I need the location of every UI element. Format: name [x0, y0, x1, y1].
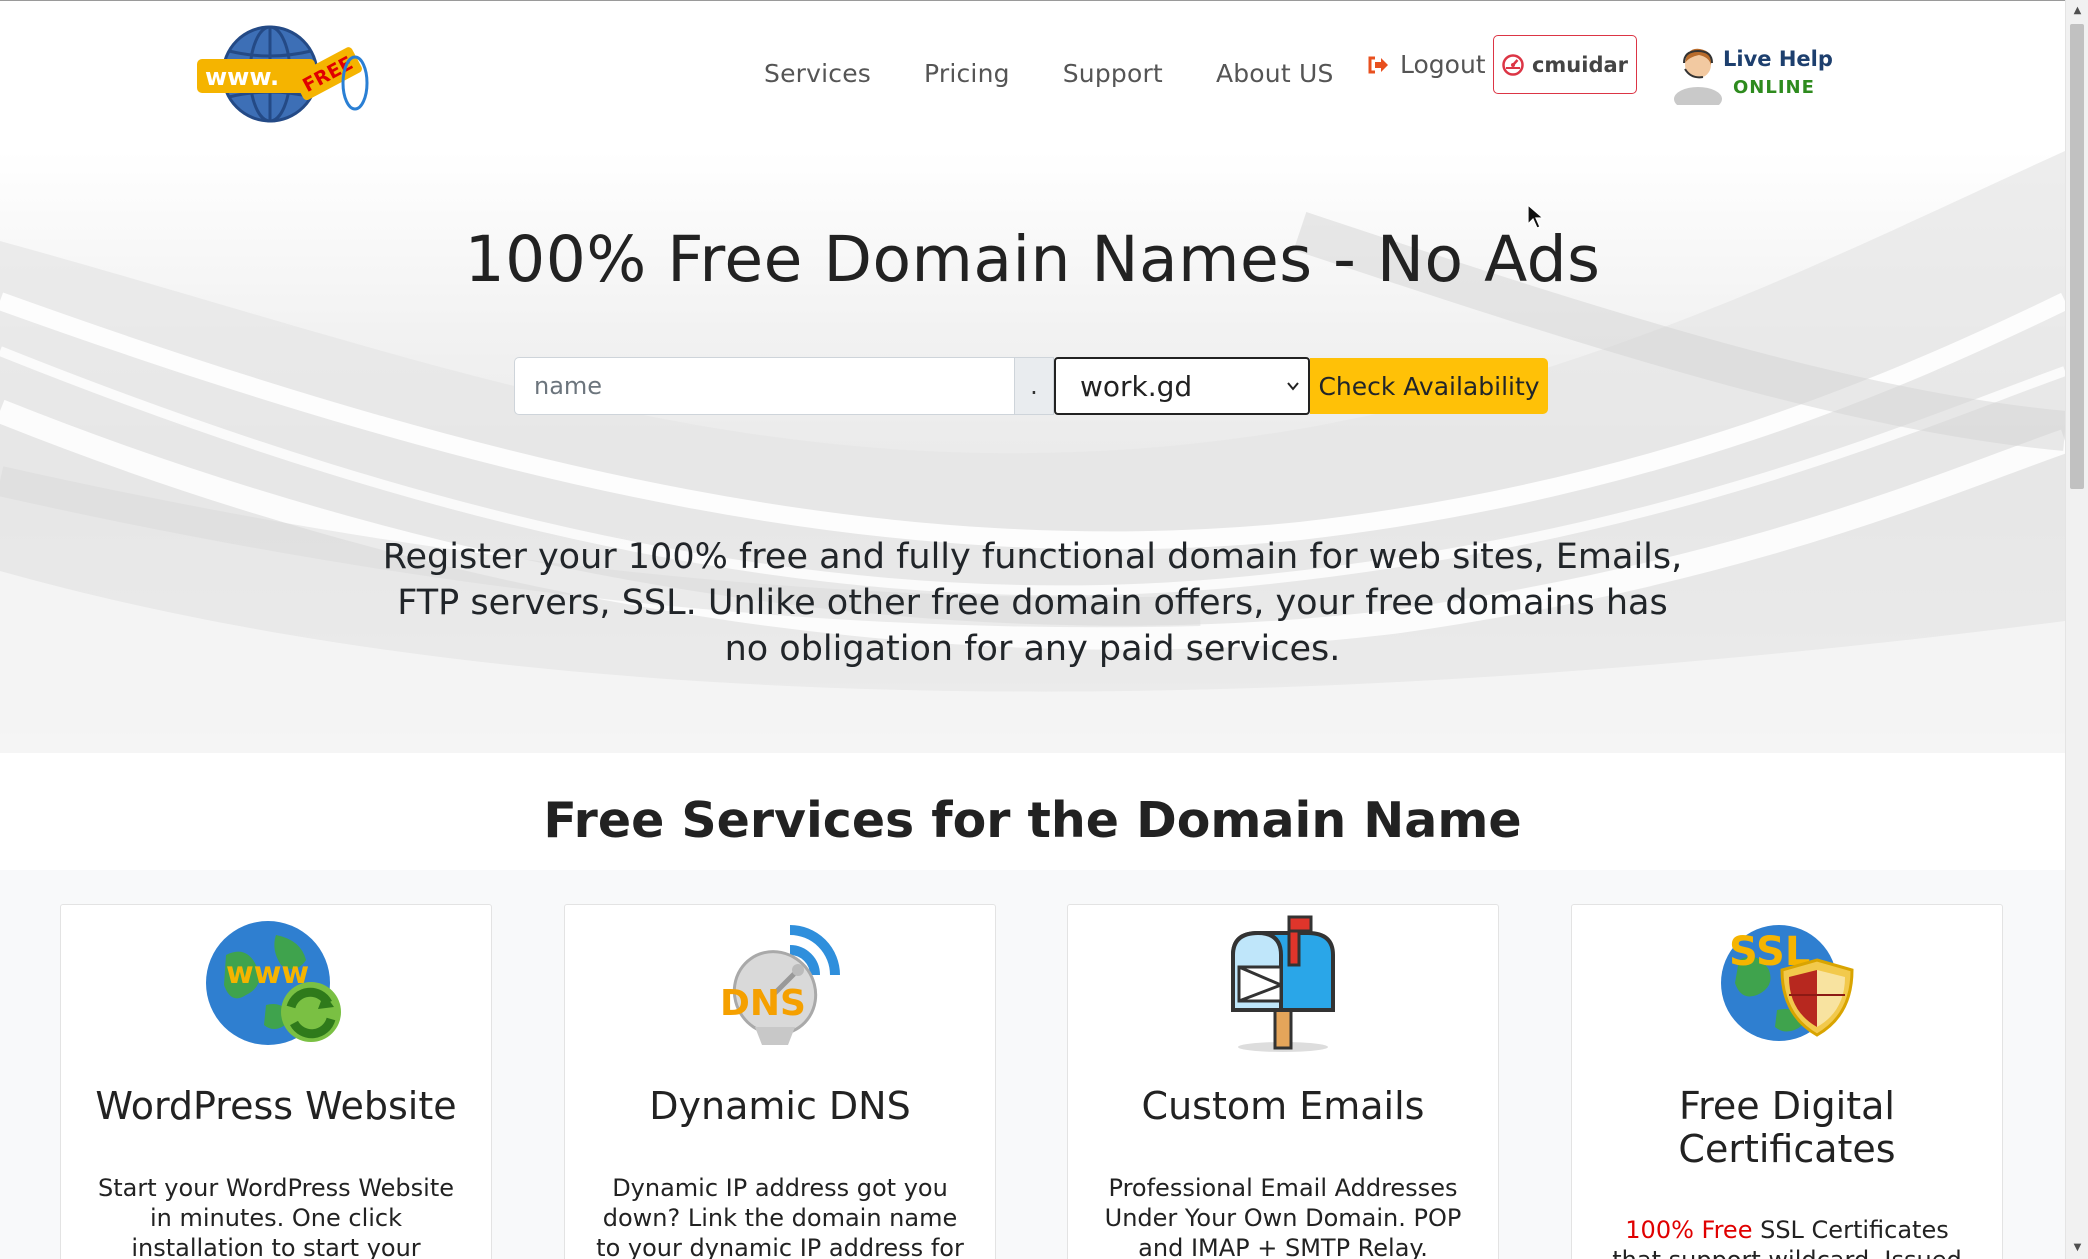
- hero-description: Register your 100% free and fully functi…: [382, 537, 1683, 669]
- wordpress-globe-icon: www: [206, 921, 341, 1045]
- page-scrollbar[interactable]: ▲ ▼: [2065, 0, 2088, 1259]
- card-text: Professional Email Addresses Under Your …: [1104, 1174, 1462, 1259]
- card-text-main: Dynamic IP address got you down? Link th…: [596, 1174, 964, 1259]
- tld-select[interactable]: work.gd: [1054, 357, 1310, 415]
- hero-title: 100% Free Domain Names - No Ads: [464, 223, 1601, 296]
- domain-separator: .: [1014, 357, 1054, 415]
- card-title: Free Digital Certificates: [1678, 1084, 1896, 1171]
- logo-text: www.: [205, 63, 279, 91]
- dns-satellite-icon: DNS: [720, 925, 840, 1045]
- logout-label: Logout: [1400, 50, 1486, 79]
- user-account-button[interactable]: cmuidar: [1493, 35, 1637, 94]
- live-help-status: ONLINE: [1733, 77, 1815, 98]
- mailbox-icon: [1231, 915, 1335, 1052]
- page: www. FREE Services Pricing Support About…: [0, 0, 2065, 1259]
- card-text: 100% Free SSL Certificates that support …: [1598, 1215, 1976, 1259]
- card-text-highlight: 100% Free: [1625, 1216, 1753, 1244]
- username: cmuidar: [1531, 52, 1629, 77]
- scrollbar-thumb[interactable]: [2070, 24, 2084, 489]
- card-title: Custom Emails: [1141, 1084, 1425, 1128]
- service-card-custom-emails: Custom Emails Professional Email Address…: [1067, 904, 1499, 1259]
- scroll-up-arrow-icon[interactable]: ▲: [2066, 0, 2088, 22]
- tld-selected-value: work.gd: [1080, 369, 1193, 403]
- card-title: WordPress Website: [95, 1084, 457, 1128]
- card-title: Dynamic DNS: [649, 1084, 911, 1128]
- logout-link[interactable]: Logout: [1366, 47, 1486, 83]
- site-logo[interactable]: www. FREE: [195, 23, 375, 125]
- dns-icon-label: DNS: [720, 983, 806, 1024]
- domain-name-input[interactable]: name: [514, 357, 1014, 415]
- main-nav: Services Pricing Support About US: [764, 56, 1387, 92]
- dashboard-icon: [1502, 53, 1524, 76]
- check-availability-button[interactable]: Check Availability: [1310, 358, 1548, 414]
- support-agent-icon: [1674, 48, 1722, 111]
- ssl-shield-icon: SSL: [1721, 925, 1854, 1041]
- services-title: Free Services for the Domain Name: [543, 792, 1522, 849]
- live-help-widget[interactable]: Live Help ONLINE: [1673, 41, 1843, 111]
- service-card-wordpress: www WordPress Website Start your WordPre…: [60, 904, 492, 1259]
- nav-about-us[interactable]: About US: [1216, 56, 1334, 92]
- scroll-down-arrow-icon[interactable]: ▼: [2066, 1237, 2088, 1259]
- service-card-dynamic-dns: DNS Dynamic DNS Dynamic IP address got y…: [564, 904, 996, 1259]
- live-help-title: Live Help: [1723, 47, 1833, 71]
- logout-icon: [1368, 56, 1388, 74]
- service-card-digital-certificates: SSL Free Digital Certificates 100% Free …: [1571, 904, 2003, 1259]
- nav-support[interactable]: Support: [1063, 56, 1163, 92]
- card-text: Dynamic IP address got you down? Link th…: [591, 1173, 969, 1259]
- nav-pricing[interactable]: Pricing: [924, 56, 1010, 92]
- nav-services[interactable]: Services: [764, 56, 871, 92]
- chevron-down-icon: [1287, 382, 1299, 391]
- domain-search-form: name . work.gd Check Availability: [514, 357, 1548, 415]
- card-text: Start your WordPress Website in minutes.…: [97, 1174, 454, 1259]
